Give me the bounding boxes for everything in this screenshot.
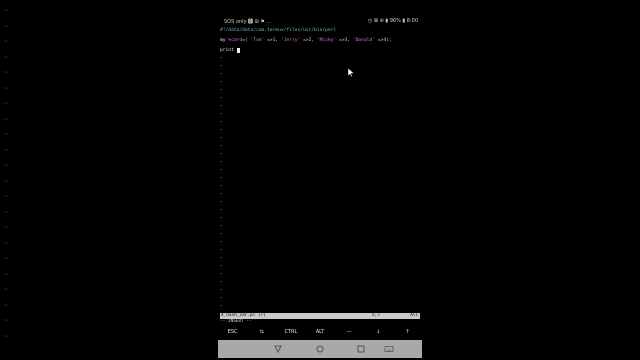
string-micky: 'Micky' xyxy=(316,38,337,43)
background-tilde: ~ xyxy=(4,270,8,278)
empty-line-tilde: ~ xyxy=(220,55,223,60)
background-tilde: ~ xyxy=(4,146,8,154)
back-triangle-icon[interactable] xyxy=(273,344,283,354)
status-right-text: ◷ ⊠ ⊛ ▮ 96% ▮ 8:00 xyxy=(367,18,418,24)
mouse-pointer-icon xyxy=(348,68,355,78)
background-tilde: ~ xyxy=(4,69,8,76)
background-tilde: ~ xyxy=(4,115,8,123)
empty-line-tilde: ~ xyxy=(220,247,223,252)
text-cursor xyxy=(236,48,240,53)
empty-line-tilde: ~ xyxy=(220,223,223,228)
key-down[interactable]: ↓ xyxy=(364,326,393,338)
empty-line-tilde: ~ xyxy=(220,271,223,276)
background-tilde: ~ xyxy=(4,286,8,293)
background-tilde: ~ xyxy=(4,162,8,169)
empty-line-tilde: ~ xyxy=(220,119,223,124)
empty-line-tilde: ~ xyxy=(220,103,223,108)
empty-line-tilde: ~ xyxy=(220,207,223,212)
background-tilde: ~ xyxy=(4,100,8,107)
string-tom: 'Tom' xyxy=(250,38,265,43)
key-up[interactable]: ↑ xyxy=(393,326,422,338)
background-tilde: ~ xyxy=(4,255,8,262)
variable-card: %card xyxy=(228,38,243,43)
background-tilde: ~ xyxy=(4,224,8,231)
empty-line-tilde: ~ xyxy=(220,127,223,132)
empty-line-tilde: ~ xyxy=(220,183,223,188)
empty-line-tilde: ~ xyxy=(220,239,223,244)
string-jerry: 'Jerry' xyxy=(280,38,301,43)
key-alt[interactable]: ALT xyxy=(305,326,334,338)
arrow-4: =>4); xyxy=(375,38,392,43)
empty-line-tilde: ~ xyxy=(220,143,223,148)
vim-mode-indicator: -- INSERT -- xyxy=(220,319,252,324)
background-tilde: ~ xyxy=(4,239,8,247)
empty-line-tilde: ~ xyxy=(220,79,223,84)
android-navigation-bar xyxy=(218,340,422,358)
background-tilde: ~ xyxy=(4,53,8,61)
background-tilde: ~ xyxy=(4,22,8,30)
termux-extra-keys: ESC ⇆ CTRL ALT — ↓ ↑ xyxy=(218,326,422,338)
code-line-shebang[interactable]: #!/data/data/com.termux/files/usr/bin/pe… xyxy=(220,28,336,33)
empty-line-tilde: ~ xyxy=(220,135,223,140)
empty-line-tilde: ~ xyxy=(220,167,223,172)
empty-line-tilde: ~ xyxy=(220,263,223,268)
empty-line-tilde: ~ xyxy=(220,279,223,284)
code-line-print[interactable]: print xyxy=(220,48,240,53)
empty-line-tilde: ~ xyxy=(220,287,223,292)
empty-line-tilde: ~ xyxy=(220,159,223,164)
empty-line-tilde: ~ xyxy=(220,63,223,68)
empty-line-tilde: ~ xyxy=(220,255,223,260)
key-ctrl[interactable]: CTRL xyxy=(276,326,305,338)
empty-line-tilde: ~ xyxy=(220,151,223,156)
string-donald: 'Donald' xyxy=(352,38,376,43)
key-dash[interactable]: — xyxy=(335,326,364,338)
status-left-text: SOS only 🅱 ⊞ ⚑ ... xyxy=(224,19,272,25)
recents-square-icon[interactable] xyxy=(356,344,366,354)
background-tilde: ~ xyxy=(4,332,8,340)
background-tilde: ~ xyxy=(4,7,8,14)
empty-line-tilde: ~ xyxy=(220,191,223,196)
empty-line-tilde: ~ xyxy=(220,175,223,180)
empty-line-tilde: ~ xyxy=(220,87,223,92)
android-status-bar: SOS only 🅱 ⊞ ⚑ ... ◷ ⊠ ⊛ ▮ 96% ▮ 8:00 xyxy=(218,14,422,26)
code-line-hash-declaration[interactable]: my %card=( 'Tom' =>1, 'Jerry' =>2, 'Mick… xyxy=(220,38,392,43)
background-tilde-column: ~ ~ ~ ~ ~ ~ ~ ~ ~ ~ ~ ~ ~ ~ ~ ~ ~ ~ ~ ~ ~ ~ xyxy=(4,8,14,348)
background-tilde: ~ xyxy=(4,193,8,200)
empty-line-tilde: ~ xyxy=(220,231,223,236)
arrow-3: =>3, xyxy=(336,38,353,43)
empty-line-tilde: ~ xyxy=(220,71,223,76)
vim-scroll-percent: All xyxy=(410,313,418,318)
background-tilde: ~ xyxy=(4,177,8,185)
arrow-2: =>2, xyxy=(300,38,317,43)
background-tilde: ~ xyxy=(4,131,8,138)
home-circle-icon[interactable] xyxy=(315,344,325,354)
empty-line-tilde: ~ xyxy=(220,199,223,204)
phone-screen: SOS only 🅱 ⊞ ⚑ ... ◷ ⊠ ⊛ ▮ 96% ▮ 8:00 #!… xyxy=(218,14,422,358)
vim-cursor-position: 5,7 xyxy=(372,313,380,318)
background-tilde: ~ xyxy=(4,317,8,324)
empty-line-tilde: ~ xyxy=(220,111,223,116)
background-tilde: ~ xyxy=(4,38,8,45)
background-tilde: ~ xyxy=(4,208,8,216)
empty-line-tilde: ~ xyxy=(220,95,223,100)
empty-line-tilde: ~ xyxy=(220,303,223,308)
background-tilde: ~ xyxy=(4,301,8,309)
key-esc[interactable]: ESC xyxy=(218,326,247,338)
background-tilde: ~ xyxy=(4,84,8,92)
screen: ~ ~ ~ ~ ~ ~ ~ ~ ~ ~ ~ ~ ~ ~ ~ ~ ~ ~ ~ ~ ~ ~ SOS only 🅱 ⊞ ⚑ ..… xyxy=(0,0,640,360)
keyword-print: print xyxy=(220,48,237,53)
empty-line-tilde: ~ xyxy=(220,215,223,220)
arrow-1: =>1, xyxy=(264,38,281,43)
vim-editor[interactable]: #!/data/data/com.termux/files/usr/bin/pe… xyxy=(220,28,420,313)
empty-line-tilde: ~ xyxy=(220,295,223,300)
key-tab[interactable]: ⇆ xyxy=(247,326,276,338)
keyboard-icon[interactable] xyxy=(384,344,394,354)
